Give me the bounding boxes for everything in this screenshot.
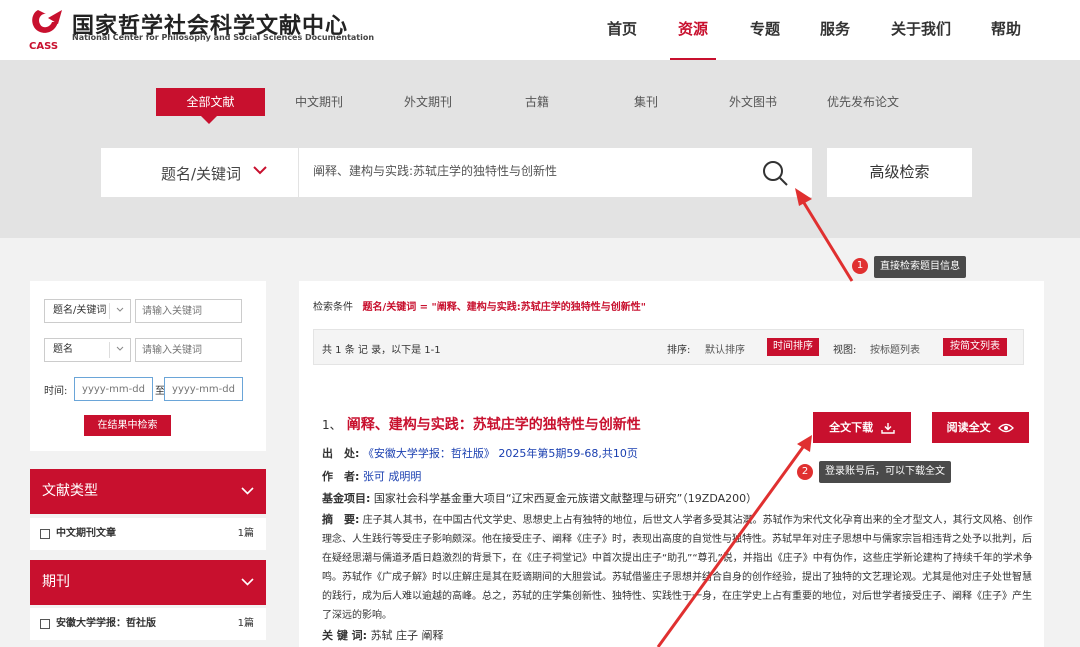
annotation-arrows: [656, 188, 854, 647]
annotation-1-number: 1: [852, 258, 868, 274]
annotation-2-tooltip: 登录账号后，可以下载全文: [819, 461, 951, 483]
annotation-2-number: 2: [797, 464, 813, 480]
annotation-arrow-1: [795, 188, 854, 282]
annotation-1-tooltip: 直接检索题目信息: [874, 256, 966, 278]
annotation-arrow-2: [656, 435, 812, 647]
